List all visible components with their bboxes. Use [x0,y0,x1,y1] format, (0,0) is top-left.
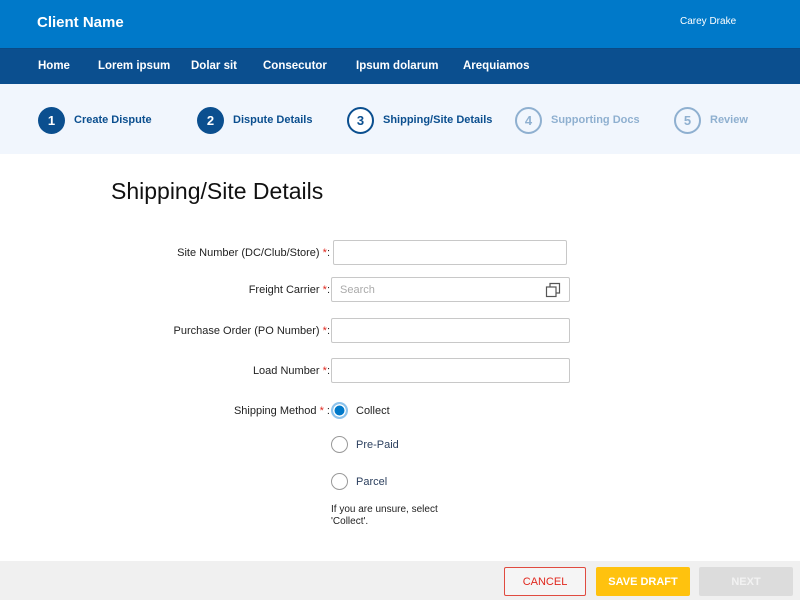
step-label: Dispute Details [233,114,313,126]
step-review[interactable]: 5 Review [674,106,748,134]
step-number-badge: 5 [674,106,701,134]
step-dispute-details[interactable]: 2 Dispute Details [197,106,312,134]
step-number-badge: 4 [515,106,542,134]
radio-pre-paid[interactable]: Pre-Paid [331,436,399,453]
step-label: Create Dispute [74,114,152,126]
step-shipping-site-details[interactable]: 3 Shipping/Site Details [347,106,492,134]
label-text: Shipping Method [233,405,320,417]
lookup-icon[interactable] [545,282,561,298]
label-text: Load Number [252,365,323,377]
load-number-label: Load Number *: [253,365,330,377]
cancel-button[interactable]: CANCEL [504,567,586,596]
label-suffix: : [326,365,330,377]
radio-button[interactable] [331,473,348,490]
user-name[interactable]: Carey Drake [680,16,736,27]
shipping-method-label: Shipping Method * : [234,405,330,417]
radio-label: Collect [356,404,390,417]
site-number-label: Site Number (DC/Club/Store) *: [177,247,330,259]
label-text: Freight Carrier [248,284,323,296]
save-draft-button[interactable]: SAVE DRAFT [596,567,690,596]
nav-item-consecutor[interactable]: Consecutor [263,60,327,72]
label-suffix: : [326,325,330,337]
step-number-badge: 2 [197,106,224,134]
radio-parcel[interactable]: Parcel [331,473,387,490]
step-label: Shipping/Site Details [383,114,493,126]
step-number-badge: 3 [347,106,374,134]
radio-collect[interactable]: Collect [331,402,390,419]
purchase-order-input[interactable] [331,318,570,343]
freight-carrier-label: Freight Carrier *: [249,284,330,296]
radio-button-checked[interactable] [331,402,348,419]
main-nav: Home Lorem ipsum Dolar sit Consecutor Ip… [0,48,800,84]
shipping-method-hint: If you are unsure, select 'Collect'. [331,504,438,527]
label-suffix: : [326,247,330,259]
label-suffix: : [323,405,330,417]
nav-item-lorem-ipsum[interactable]: Lorem ipsum [98,60,170,72]
progress-stepper: 1 Create Dispute 2 Dispute Details 3 Shi… [0,84,800,154]
label-text: Site Number (DC/Club/Store) [177,247,323,259]
step-label: Supporting Docs [551,114,640,126]
step-supporting-docs[interactable]: 4 Supporting Docs [515,106,640,134]
load-number-input[interactable] [331,358,570,383]
nav-item-ipsum-dolarum[interactable]: Ipsum dolarum [356,60,438,72]
radio-label: Parcel [356,475,388,488]
site-number-input[interactable] [333,240,567,265]
next-button[interactable]: NEXT [699,567,793,596]
nav-item-dolar-sit[interactable]: Dolar sit [191,60,237,72]
step-number-badge: 1 [38,106,65,134]
step-label: Review [710,114,748,126]
step-create-dispute[interactable]: 1 Create Dispute [38,106,152,134]
nav-item-home[interactable]: Home [38,60,70,72]
radio-button[interactable] [331,436,348,453]
purchase-order-label: Purchase Order (PO Number) *: [174,325,331,337]
client-name[interactable]: Client Name [37,14,124,31]
label-text: Purchase Order (PO Number) [173,325,323,337]
label-suffix: : [326,284,330,296]
app-header: Client Name Carey Drake [0,0,800,48]
page-title: Shipping/Site Details [111,178,324,204]
nav-item-arequiamos[interactable]: Arequiamos [463,60,529,72]
radio-label: Pre-Paid [356,438,399,451]
freight-carrier-search-input[interactable] [331,277,570,302]
